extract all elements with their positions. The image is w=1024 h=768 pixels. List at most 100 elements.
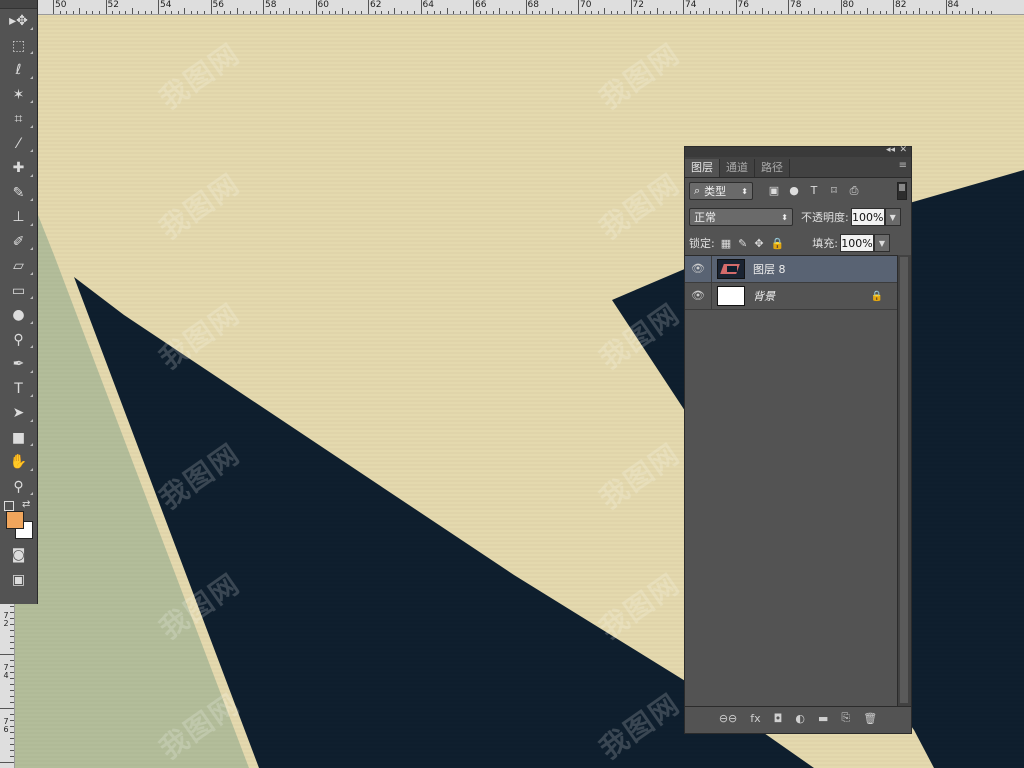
add-mask-icon[interactable]: ◘ (774, 712, 783, 725)
new-layer-icon[interactable]: ⎘ (841, 711, 850, 725)
lock-transparency-icon[interactable]: ▦ (721, 237, 731, 250)
ruler-tick (991, 11, 993, 14)
layer-filter-select[interactable]: ⌕ 类型 ⬍ (689, 182, 753, 200)
ruler-tick (413, 11, 415, 14)
type-filter-icon[interactable]: T (807, 184, 821, 198)
type-tool[interactable]: T (0, 377, 37, 402)
ruler-tick (184, 8, 186, 14)
new-group-icon[interactable]: ▬ (818, 712, 828, 725)
lock-pixels-icon[interactable]: ✎ (738, 237, 747, 250)
hand-tool[interactable]: ✋ (0, 450, 37, 475)
eye-icon[interactable]: 👁 (685, 256, 712, 282)
adjustment-layer-icon[interactable]: ◐ (795, 712, 805, 725)
ruler-tick (781, 11, 783, 14)
eraser-tool[interactable]: ▱ (0, 254, 37, 279)
ruler-tick (958, 11, 960, 14)
ruler-tick (400, 11, 402, 14)
history-brush-tool[interactable]: ✐ (0, 230, 37, 255)
ruler-tick (761, 8, 763, 14)
eye-icon[interactable]: 👁 (685, 283, 712, 309)
layers-panel: ◂◂ ✕ 图层 通道 路径 ≡ ⌕ 类型 ⬍ ▣ ● T ⌑ ⎙ 正常 ⬍ 不透… (684, 145, 912, 734)
ruler-label: 64 (422, 0, 434, 10)
default-colors-icon[interactable] (4, 501, 14, 511)
ruler-tick (10, 702, 14, 703)
tab-layers[interactable]: 图层 (685, 159, 720, 177)
panel-title-bar[interactable]: ◂◂ ✕ (685, 145, 911, 157)
close-panel-icon[interactable]: ✕ (899, 145, 907, 155)
panel-menu-icon[interactable]: ≡ (899, 160, 907, 171)
ruler-tick (853, 11, 855, 14)
pixel-filter-icon[interactable]: ▣ (767, 184, 781, 198)
adjustment-filter-icon[interactable]: ● (787, 184, 801, 198)
blend-row: 正常 ⬍ 不透明度: 100% ▼ (685, 204, 911, 230)
path-selection-tool[interactable]: ➤ (0, 401, 37, 426)
magic-wand-tool[interactable]: ✶ (0, 83, 37, 108)
vertical-ruler[interactable]: 727476 (0, 600, 15, 768)
search-icon: ⌕ (694, 184, 701, 197)
ruler-tick (0, 762, 14, 763)
rectangle-tool[interactable]: ■ (0, 426, 37, 451)
healing-brush-tool[interactable]: ✚ (0, 156, 37, 181)
ruler-tick (827, 11, 829, 14)
layer-row-8[interactable]: 👁 图层 8 (685, 256, 897, 283)
layers-scrollbar[interactable] (897, 255, 911, 707)
link-layers-icon[interactable]: ⊖⊖ (719, 712, 737, 725)
eyedropper-tool[interactable]: ⁄ (0, 132, 37, 157)
lock-position-icon[interactable]: ✥ (754, 237, 763, 250)
opacity-input[interactable]: 100% (850, 208, 885, 226)
ruler-tick (597, 11, 599, 14)
magic-wand-icon: ✶ (12, 86, 25, 103)
fill-dropdown-icon[interactable]: ▼ (873, 234, 890, 252)
fx-icon[interactable]: fx (750, 712, 760, 725)
ruler-label: 76 (737, 0, 749, 10)
ruler-tick (820, 11, 822, 14)
ruler-tick (866, 8, 868, 14)
opacity-dropdown-icon[interactable]: ▼ (884, 208, 901, 226)
gradient-icon: ▭ (11, 282, 26, 299)
ruler-tick (197, 11, 199, 14)
lock-row: 锁定: ▦ ✎ ✥ 🔒 填充: 100% ▼ (685, 230, 911, 256)
tab-paths[interactable]: 路径 (755, 159, 790, 177)
filter-toggle[interactable] (897, 182, 907, 200)
ruler-tick (217, 11, 219, 14)
marquee-tool[interactable]: ⬚ (0, 34, 37, 59)
ruler-tick (768, 11, 770, 14)
lasso-tool[interactable]: ℓ (0, 58, 37, 83)
clone-stamp-tool[interactable]: ⊥ (0, 205, 37, 230)
ruler-tick (669, 11, 671, 14)
ruler-tick (906, 11, 908, 14)
ruler-tick (10, 714, 14, 715)
collapse-panel-icon[interactable]: ◂◂ (886, 145, 895, 155)
zoom-tool[interactable]: ⚲ (0, 475, 37, 500)
fill-input[interactable]: 100% (839, 234, 874, 252)
ruler-tick (545, 11, 547, 14)
ruler-tick (551, 8, 553, 14)
screen-mode-icon[interactable]: ▣ (0, 568, 37, 593)
trash-icon[interactable]: 🗑 (863, 712, 877, 725)
pen-tool[interactable]: ✒ (0, 352, 37, 377)
dodge-tool[interactable]: ⚲ (0, 328, 37, 353)
ruler-label: 82 (895, 0, 907, 10)
layer-row-background[interactable]: 👁 背景 🔒 (685, 283, 897, 310)
lock-all-icon[interactable]: 🔒 (771, 237, 785, 250)
gradient-tool[interactable]: ▭ (0, 279, 37, 304)
tab-channels[interactable]: 通道 (720, 159, 755, 177)
brush-tool[interactable]: ✎ (0, 181, 37, 206)
quick-mask-icon[interactable]: ◙ (0, 543, 37, 568)
ruler-label: 72 (632, 0, 644, 10)
ruler-label: 60 (317, 0, 329, 10)
blend-mode-select[interactable]: 正常 ⬍ (689, 208, 793, 226)
toolbar-grip[interactable] (0, 0, 37, 9)
foreground-color-swatch[interactable] (6, 511, 24, 529)
crop-tool[interactable]: ⌗ (0, 107, 37, 132)
ruler-label: 2 (3, 619, 9, 628)
shape-filter-icon[interactable]: ⌑ (827, 184, 841, 198)
ruler-tick (728, 11, 730, 14)
smart-object-filter-icon[interactable]: ⎙ (847, 184, 861, 198)
move-tool[interactable]: ▸✥ (0, 9, 37, 34)
ruler-label: 56 (212, 0, 224, 10)
horizontal-ruler[interactable]: 50 52 54 56 58 60 62 64 66 68 70 72 74 76 78 80 82 84 (0, 0, 1024, 15)
blur-tool[interactable]: ● (0, 303, 37, 328)
swap-colors-icon[interactable]: ⇄ (22, 499, 30, 510)
ruler-tick (10, 666, 14, 667)
